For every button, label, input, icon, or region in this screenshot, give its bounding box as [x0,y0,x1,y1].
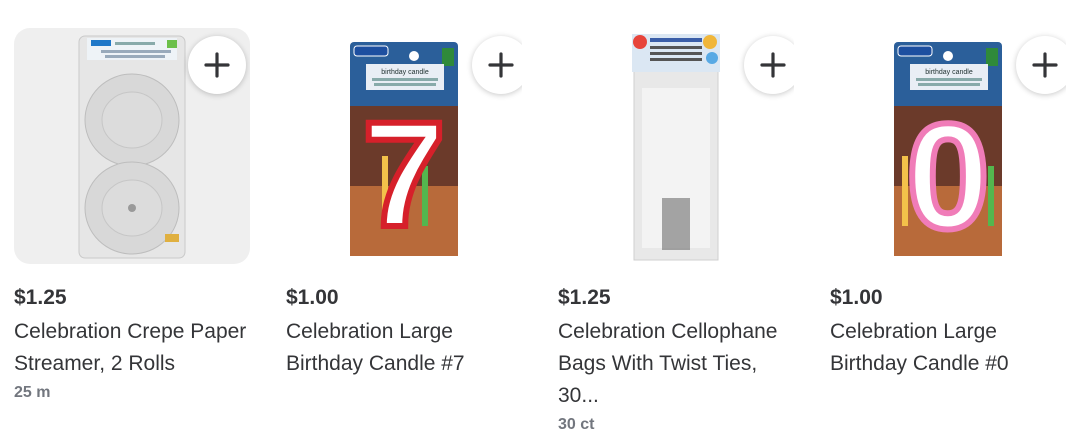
product-image[interactable] [14,28,250,264]
product-price: $1.00 [286,286,339,309]
add-to-cart-button[interactable] [1016,36,1066,94]
package-label: birthday candle [381,69,429,76]
product-price: $1.25 [558,286,611,309]
product-price: $1.00 [830,286,883,309]
package-label: birthday candle [925,69,973,76]
add-to-cart-button[interactable] [188,36,246,94]
product-title[interactable]: Celebration Large Birthday Candle #7 [286,316,522,380]
crepe-streamer-image [78,35,186,259]
product-grid: $1.25 Celebration Crepe Paper Streamer, … [0,0,1080,440]
product-card[interactable]: birthday candle 0 $1.00 Celebration Larg… [830,28,1066,380]
product-price: $1.25 [14,286,67,309]
candle-0-image: birthday candle 0 [894,42,1002,256]
product-card[interactable]: $1.25 Celebration Cellophane Bags With T… [558,28,794,436]
plus-icon [204,52,230,78]
candle-7-image: birthday candle 7 [350,42,458,256]
product-size: 30 ct [558,416,595,433]
product-card[interactable]: birthday candle 7 $1.00 Celebration Larg… [286,28,522,380]
product-title[interactable]: Celebration Large Birthday Candle #0 [830,316,1066,380]
product-title[interactable]: Celebration Crepe Paper Streamer, 2 Roll… [14,316,250,380]
candle-digit: 7 [362,90,445,256]
candle-digit: 0 [906,92,989,256]
product-image[interactable]: birthday candle 7 [286,28,522,264]
product-image[interactable] [558,28,794,264]
add-to-cart-button[interactable] [472,36,522,94]
plus-icon [760,52,786,78]
cellophane-bags-image [632,34,720,261]
product-image[interactable]: birthday candle 0 [830,28,1066,264]
product-size: 25 m [14,384,51,401]
product-card[interactable]: $1.25 Celebration Crepe Paper Streamer, … [14,28,250,404]
plus-icon [488,52,514,78]
add-to-cart-button[interactable] [744,36,794,94]
plus-icon [1032,52,1058,78]
product-title[interactable]: Celebration Cellophane Bags With Twist T… [558,316,794,412]
